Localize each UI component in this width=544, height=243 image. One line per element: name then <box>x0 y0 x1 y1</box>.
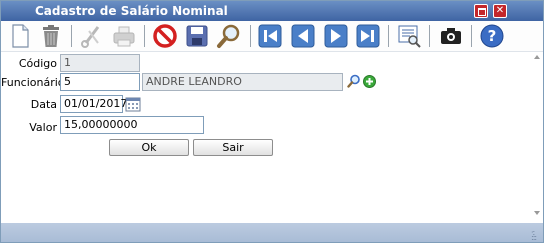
previous-record-icon <box>291 24 315 48</box>
sair-button[interactable]: Sair <box>193 139 273 156</box>
toolbar-separator <box>471 25 472 47</box>
new-document-button[interactable] <box>7 23 33 49</box>
toolbar-separator <box>250 25 251 47</box>
last-record-icon <box>356 24 380 48</box>
cut-icon <box>81 26 100 48</box>
calendar-icon <box>125 97 141 112</box>
funcionario-code-field[interactable]: 5 <box>60 73 140 91</box>
report-button[interactable] <box>396 23 422 49</box>
camera-button[interactable] <box>438 23 464 49</box>
next-record-button[interactable] <box>323 23 349 49</box>
trash-icon <box>43 25 59 47</box>
codigo-field[interactable]: 1 <box>60 54 140 72</box>
funcionario-name-field: ANDRE LEANDRO <box>142 73 343 91</box>
previous-record-button[interactable] <box>290 23 316 49</box>
codigo-label: Código <box>18 57 57 70</box>
last-record-button[interactable] <box>355 23 381 49</box>
valor-field[interactable]: 15,00000000 <box>60 116 204 134</box>
first-record-button[interactable] <box>257 23 283 49</box>
calendar-button[interactable] <box>125 96 141 112</box>
resize-grip-icon[interactable]: ·:::: <box>531 229 541 242</box>
toolbar: ? <box>1 21 543 52</box>
svg-text:?: ? <box>488 27 497 45</box>
camera-icon <box>441 28 461 44</box>
toolbar-separator <box>429 25 430 47</box>
status-bar: ·:::: <box>1 223 543 242</box>
toolbar-separator <box>388 25 389 47</box>
close-button[interactable]: ✕ <box>493 4 507 18</box>
window-title: Cadastro de Salário Nominal <box>35 4 228 18</box>
print-button[interactable] <box>111 23 137 49</box>
cut-button[interactable] <box>79 23 105 49</box>
search-button[interactable] <box>216 23 242 49</box>
help-button[interactable]: ? <box>479 23 505 49</box>
help-icon: ? <box>480 24 504 48</box>
search-icon <box>347 74 360 88</box>
scroll-up-icon[interactable] <box>534 55 540 59</box>
print-icon <box>113 26 135 47</box>
save-button[interactable] <box>184 23 210 49</box>
valor-label: Valor <box>29 121 57 134</box>
toolbar-separator <box>71 25 72 47</box>
title-bar: Cadastro de Salário Nominal ✕ <box>1 1 543 21</box>
scroll-down-icon[interactable] <box>534 211 540 215</box>
new-document-icon <box>12 24 29 48</box>
cancel-icon <box>153 24 177 48</box>
search-icon <box>217 24 240 48</box>
vertical-scrollbar[interactable] <box>531 52 543 222</box>
lookup-button[interactable] <box>347 74 361 88</box>
data-field[interactable]: 01/01/2017 <box>60 95 127 113</box>
report-icon <box>398 25 421 48</box>
add-icon <box>363 75 376 88</box>
add-button[interactable] <box>363 75 376 88</box>
cancel-button[interactable] <box>152 23 178 49</box>
first-record-icon <box>258 24 282 48</box>
save-icon <box>186 25 208 47</box>
next-record-icon <box>324 24 348 48</box>
form-area: Código 1 Funcionário 5 ANDRE LEANDRO Dat… <box>1 52 531 222</box>
funcionario-label: Funcionário <box>1 76 65 89</box>
maximize-button[interactable] <box>474 4 488 18</box>
data-label: Data <box>30 98 57 111</box>
delete-button[interactable] <box>38 23 64 49</box>
toolbar-separator <box>144 25 145 47</box>
ok-button[interactable]: Ok <box>109 139 189 156</box>
window: Cadastro de Salário Nominal ✕ ? Código 1… <box>0 0 544 243</box>
